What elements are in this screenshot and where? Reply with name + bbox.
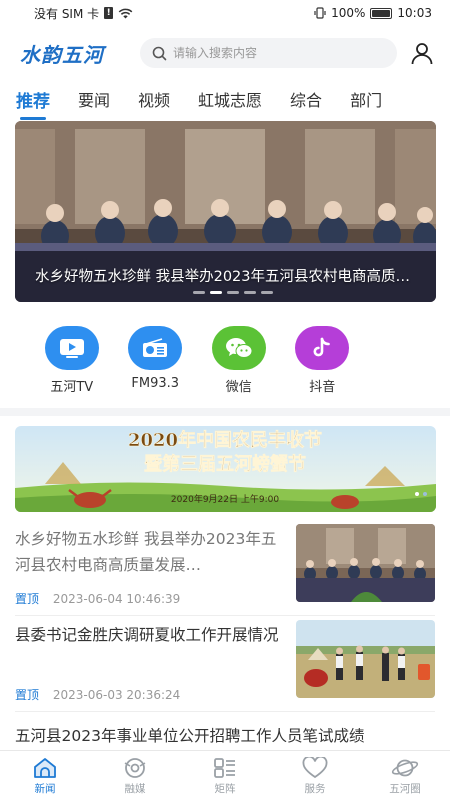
nav-label: 五河圈	[389, 783, 421, 795]
app-logo: 水韵五河	[20, 42, 104, 67]
news-item[interactable]: 水乡好物五水珍鲜 我县举办2023年五河县农村电商高质量发展… 置顶 2023-…	[15, 520, 435, 616]
nav-service[interactable]: 服务	[270, 751, 360, 800]
quick-link-wechat[interactable]: 微信	[197, 326, 281, 396]
user-profile-button[interactable]	[408, 39, 436, 67]
tv-play-icon	[44, 326, 99, 370]
category-tabs: 推荐 要闻 视频 虹城志愿 综合 部门	[0, 82, 450, 120]
status-bar: 没有 SIM 卡 ! 100% 10:03	[0, 0, 450, 26]
quick-link-tiktok[interactable]: 抖音	[281, 326, 365, 396]
planet-icon	[391, 759, 419, 777]
banner-caption: 水乡好物五水珍鲜 我县举办2023年五河县农村电商高质量发展	[35, 269, 420, 285]
search-icon	[152, 46, 167, 60]
carrier-text: 没有 SIM 卡	[34, 6, 100, 21]
heart-icon	[302, 757, 328, 779]
nav-matrix[interactable]: 矩阵	[180, 751, 270, 800]
news-time: 2023-06-04 10:46:39	[52, 592, 181, 606]
pinned-badge: 置顶	[15, 688, 40, 702]
status-right: 100% 10:03	[314, 6, 432, 20]
banner-carousel[interactable]: 水乡好物五水珍鲜 我县举办2023年五河县农村电商高质量发展	[15, 121, 436, 302]
carousel-dot	[193, 291, 205, 294]
search-bar[interactable]	[140, 38, 397, 68]
carousel-dot-active	[210, 291, 222, 294]
festival-banner[interactable]: 2020年中国农民丰收节 暨第三届五河螃蟹节 2020年9月22日 上午9:00	[15, 426, 436, 512]
news-time: 2023-06-03 20:36:24	[52, 688, 181, 702]
media-icon	[124, 758, 146, 778]
nav-news[interactable]: 新闻	[0, 751, 90, 800]
vibrate-icon	[314, 7, 326, 19]
news-meta: 置顶 2023-06-04 10:46:39	[15, 590, 180, 607]
search-input[interactable]	[173, 46, 385, 60]
carousel-indicator	[193, 291, 273, 294]
nav-label: 新闻	[34, 783, 56, 795]
sim-warning-icon: !	[104, 7, 114, 19]
nav-label: 融媒	[124, 783, 146, 795]
clock: 10:03	[397, 6, 432, 20]
wechat-icon	[211, 326, 266, 370]
news-thumbnail	[296, 524, 435, 602]
carousel-dot	[261, 291, 273, 294]
festival-banner-image: 2020年中国农民丰收节 暨第三届五河螃蟹节 2020年9月22日 上午9:00	[15, 426, 436, 512]
tiktok-icon	[295, 326, 350, 370]
wifi-icon	[118, 8, 133, 18]
news-title: 水乡好物五水珍鲜 我县举办2023年五河县农村电商高质量发展…	[15, 530, 277, 574]
app-screen: 没有 SIM 卡 ! 100% 10:03 水韵五河 请输入搜索内容 推荐 要闻…	[0, 0, 450, 800]
nav-label: 服务	[304, 783, 326, 795]
tab-volunteer[interactable]: 虹城志愿	[198, 87, 262, 111]
battery-percent: 100%	[331, 6, 366, 20]
festival-title-2: 暨第三届五河螃蟹节	[144, 453, 306, 475]
tab-headlines[interactable]: 要闻	[78, 87, 110, 111]
home-icon	[34, 758, 56, 778]
nav-label: 矩阵	[214, 783, 236, 795]
tab-recommend[interactable]: 推荐	[16, 87, 50, 120]
app-header: 水韵五河	[0, 34, 450, 72]
tab-general[interactable]: 综合	[290, 87, 322, 111]
pinned-badge: 置顶	[15, 592, 40, 606]
quick-link-label: FM93.3	[131, 376, 180, 391]
news-list: 水乡好物五水珍鲜 我县举办2023年五河县农村电商高质量发展… 置顶 2023-…	[0, 520, 450, 746]
user-icon	[411, 43, 433, 65]
news-title: 县委书记金胜庆调研夏收工作开展情况	[15, 626, 279, 644]
status-left: 没有 SIM 卡 !	[34, 5, 133, 22]
section-divider	[0, 408, 450, 416]
news-item[interactable]: 县委书记金胜庆调研夏收工作开展情况 置顶 2023-06-03 20:36:24	[15, 616, 435, 712]
carousel-dot	[227, 291, 239, 294]
quick-link-label: 微信	[225, 380, 252, 395]
battery-icon	[370, 7, 393, 19]
carousel-dot	[244, 291, 256, 294]
quick-link-radio[interactable]: FM93.3	[114, 326, 198, 396]
radio-icon	[128, 326, 183, 370]
news-thumbnail	[296, 620, 435, 698]
quick-link-tv[interactable]: 五河TV	[30, 326, 114, 396]
quick-link-label: 五河TV	[50, 380, 94, 395]
tab-departments[interactable]: 部门	[350, 87, 382, 111]
nav-circle[interactable]: 五河圈	[360, 751, 450, 800]
festival-title-1: 2020年中国农民丰收节	[128, 429, 322, 451]
news-item-partial[interactable]: 五河县2023年事业单位公开招聘工作人员笔试成绩	[15, 712, 435, 746]
quick-link-label: 抖音	[309, 380, 336, 395]
bottom-navigation: 新闻 融媒 矩阵 服务 五河圈	[0, 750, 450, 800]
news-meta: 置顶 2023-06-03 20:36:24	[15, 686, 180, 703]
quick-links: 五河TV FM93.3 微信 抖音	[0, 326, 450, 396]
nav-media[interactable]: 融媒	[90, 751, 180, 800]
tab-video[interactable]: 视频	[138, 87, 170, 111]
festival-date: 2020年9月22日 上午9:00	[171, 493, 279, 505]
matrix-icon	[214, 758, 235, 778]
